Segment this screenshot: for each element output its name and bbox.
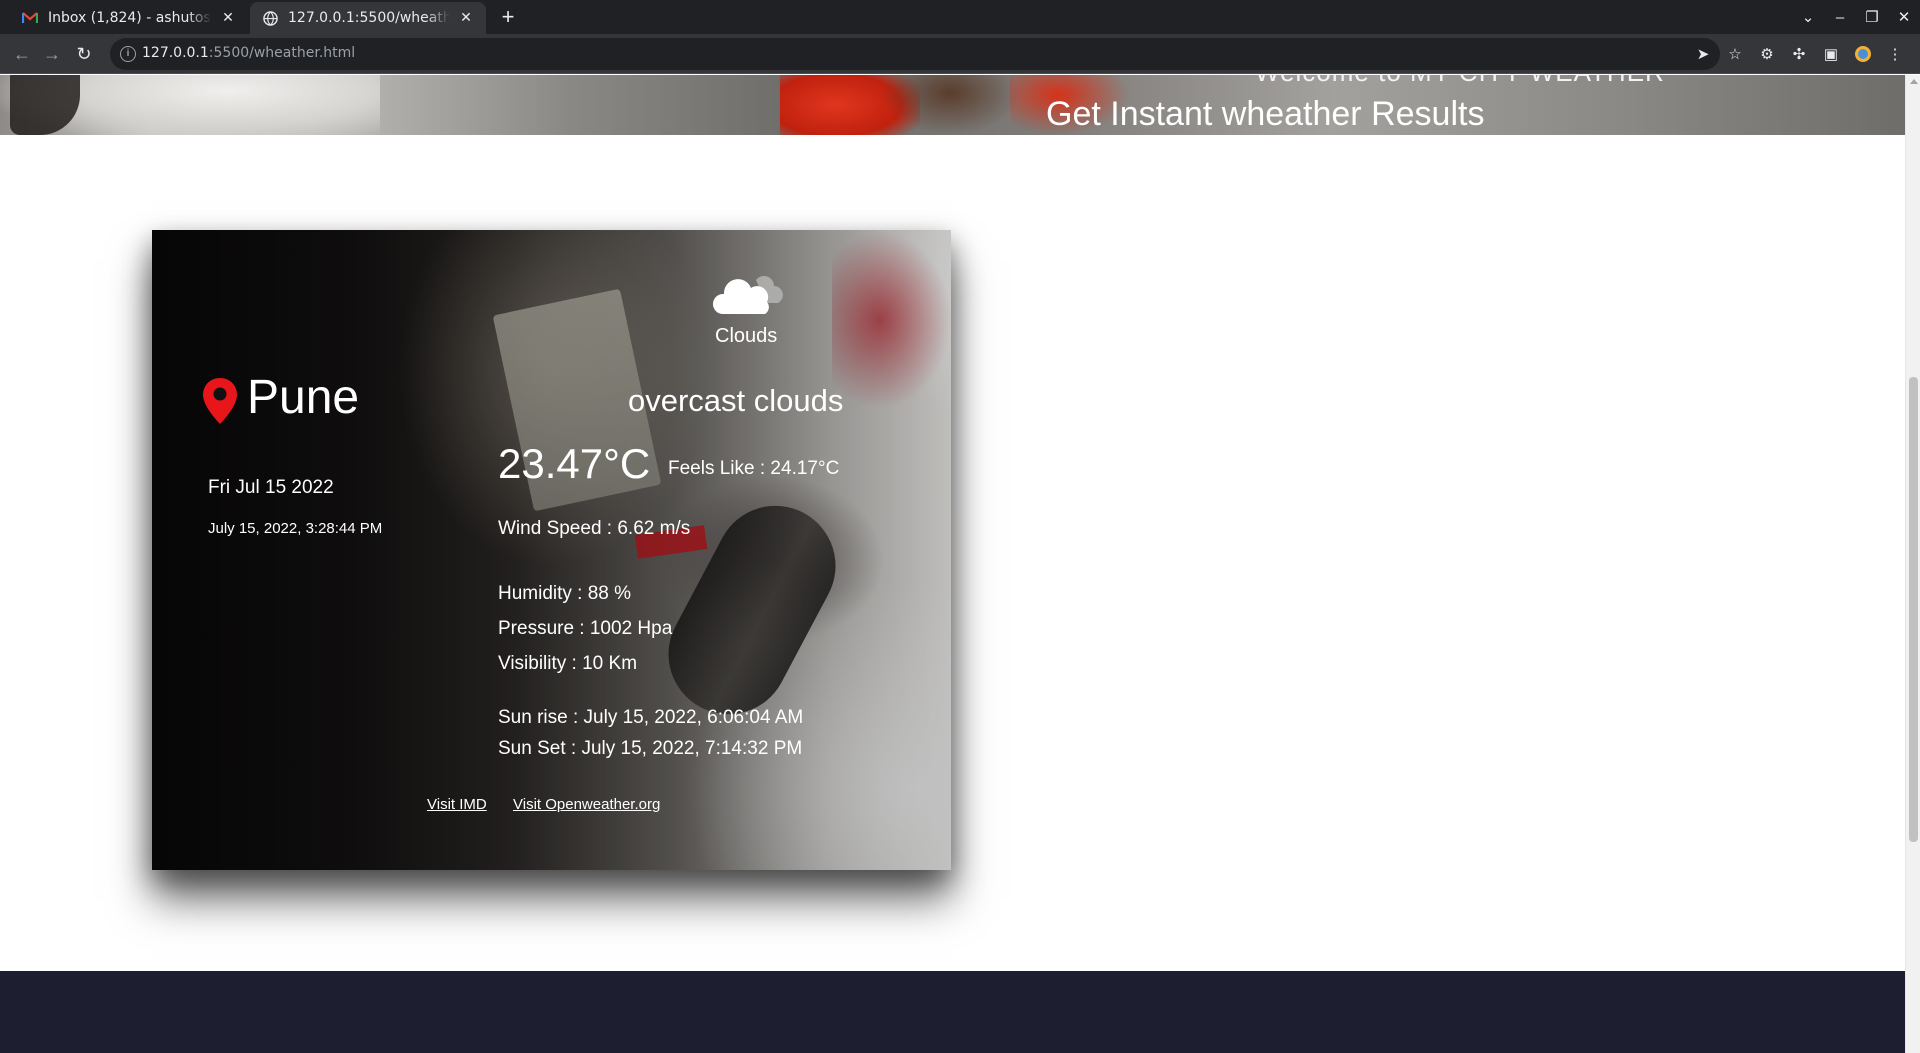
current-datetime: July 15, 2022, 3:28:44 PM	[208, 520, 383, 537]
page: Welcome to MY CITY WEATHER Get Instant w…	[0, 75, 1905, 1053]
menu-icon[interactable]: ⋮	[1884, 42, 1906, 66]
sunrise: Sun rise : July 15, 2022, 6:06:04 AM	[498, 707, 804, 728]
tab-gmail[interactable]: Inbox (1,824) - ashutosh.s ✕	[10, 2, 248, 34]
wind-speed: Wind Speed : 6.62 m/s	[498, 518, 691, 539]
window-controls: ⌄ – ❐ ✕	[1792, 0, 1920, 34]
bookmark-star-icon[interactable]: ☆	[1724, 42, 1746, 66]
visit-openweather-link[interactable]: Visit Openweather.org	[513, 796, 660, 813]
tab-strip: Inbox (1,824) - ashutosh.s ✕ 127.0.0.1:5…	[0, 0, 1920, 34]
new-tab-button[interactable]: +	[496, 6, 520, 30]
send-icon[interactable]: ➤	[1692, 42, 1714, 66]
current-date: Fri Jul 15 2022	[208, 477, 334, 498]
city-name: Pune	[247, 371, 360, 424]
close-window-icon[interactable]: ✕	[1888, 0, 1920, 34]
page-scrollbar[interactable]	[1905, 75, 1920, 1053]
weather-card: Clouds Pune overcast clouds 23.47°C Feel…	[152, 230, 951, 870]
feels-like: Feels Like : 24.17°C	[668, 458, 840, 479]
url-text: 127.0.0.1:5500/wheather.html	[142, 45, 356, 61]
hero-tagline: Get Instant wheather Results	[1046, 95, 1485, 133]
back-icon[interactable]: ←	[10, 42, 34, 66]
sunset: Sun Set : July 15, 2022, 7:14:32 PM	[498, 738, 803, 759]
restore-icon[interactable]: ❐	[1856, 0, 1888, 34]
location-pin-icon	[203, 378, 237, 424]
puzzle-icon[interactable]: ✣	[1788, 42, 1810, 66]
globe-icon	[262, 10, 278, 26]
tab-title: 127.0.0.1:5500/wheather.html	[288, 10, 450, 26]
hero-banner: Welcome to MY CITY WEATHER Get Instant w…	[0, 75, 1905, 135]
humidity: Humidity : 88 %	[498, 583, 632, 604]
gmail-icon	[22, 10, 38, 26]
close-tab-icon[interactable]: ✕	[218, 8, 238, 28]
scroll-up-icon[interactable]	[1910, 79, 1918, 84]
weather-condition: Clouds	[715, 325, 778, 347]
hero-welcome: Welcome to MY CITY WEATHER	[1255, 75, 1665, 88]
reload-icon[interactable]: ↻	[72, 42, 96, 66]
forward-icon[interactable]: →	[40, 42, 64, 66]
side-panel-icon[interactable]: ▣	[1820, 42, 1842, 66]
extension-icon[interactable]: ⚙	[1756, 42, 1778, 66]
footer	[0, 971, 1905, 1053]
visit-imd-link[interactable]: Visit IMD	[427, 796, 487, 813]
cloud-icon	[712, 276, 783, 314]
temperature: 23.47°C	[498, 440, 651, 487]
visibility: Visibility : 10 Km	[498, 653, 638, 674]
avatar[interactable]	[1852, 42, 1874, 66]
minimize-icon[interactable]: –	[1824, 0, 1856, 34]
address-bar[interactable]: i 127.0.0.1:5500/wheather.html	[110, 38, 1720, 70]
close-tab-icon[interactable]: ✕	[456, 8, 476, 28]
toolbar-icons: ➤ ☆ ⚙ ✣ ▣ ⋮	[1692, 42, 1906, 66]
site-info-icon[interactable]: i	[120, 46, 136, 62]
tab-weather[interactable]: 127.0.0.1:5500/wheather.html ✕	[250, 2, 486, 34]
pressure: Pressure : 1002 Hpa	[498, 618, 673, 639]
scrollbar-thumb[interactable]	[1909, 377, 1918, 842]
tab-title: Inbox (1,824) - ashutosh.s	[48, 10, 212, 26]
browser-toolbar: ← → ↻ i 127.0.0.1:5500/wheather.html ➤ ☆…	[0, 34, 1920, 74]
tab-search-icon[interactable]: ⌄	[1792, 0, 1824, 34]
weather-description: overcast clouds	[628, 383, 844, 418]
